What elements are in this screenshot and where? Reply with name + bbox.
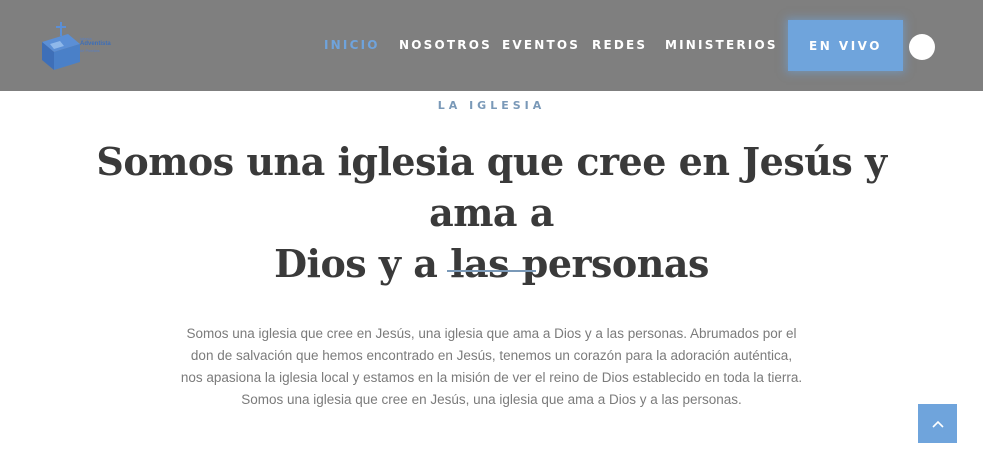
church-logo[interactable]: Iglesia Adventista de Pinellas <box>40 20 132 70</box>
intro-paragraph: Somos una iglesia que cree en Jesús, una… <box>150 323 833 411</box>
section-eyebrow: LA IGLESIA <box>437 99 546 112</box>
chevron-up-icon <box>931 420 944 428</box>
intro-line: don de salvación que hemos encontrado en… <box>190 348 793 363</box>
title-line-1: Somos una iglesia que cree en Jesús y am… <box>96 139 887 235</box>
logo-line-3: de Pinellas <box>80 48 100 53</box>
church-logo-icon <box>42 22 80 70</box>
site-header: Iglesia Adventista de Pinellas INICIO NO… <box>0 0 983 91</box>
live-button[interactable]: EN VIVO <box>788 20 903 71</box>
intro-line: Somos una iglesia que cree en Jesús, una… <box>186 326 797 341</box>
title-line-2: Dios y a las personas <box>274 241 709 286</box>
circle-toggle-icon[interactable] <box>909 34 935 60</box>
page-title: Somos una iglesia que cree en Jesús y am… <box>60 136 923 289</box>
intro-line: nos apasiona la iglesia local y estamos … <box>180 370 803 385</box>
nav-item-redes[interactable]: REDES <box>592 38 647 52</box>
intro-line: Somos una iglesia que cree en Jesús, una… <box>241 392 742 407</box>
logo-line-2: Adventista <box>80 41 111 47</box>
scroll-to-top-button[interactable] <box>918 404 957 443</box>
title-divider <box>447 270 536 272</box>
nav-item-eventos[interactable]: EVENTOS <box>502 38 580 52</box>
nav-item-inicio[interactable]: INICIO <box>324 38 380 52</box>
logo-wordmark: Iglesia Adventista de Pinellas <box>80 36 136 53</box>
nav-item-ministerios[interactable]: MINISTERIOS <box>665 38 778 52</box>
nav-item-nosotros[interactable]: NOSOTROS <box>399 38 492 52</box>
